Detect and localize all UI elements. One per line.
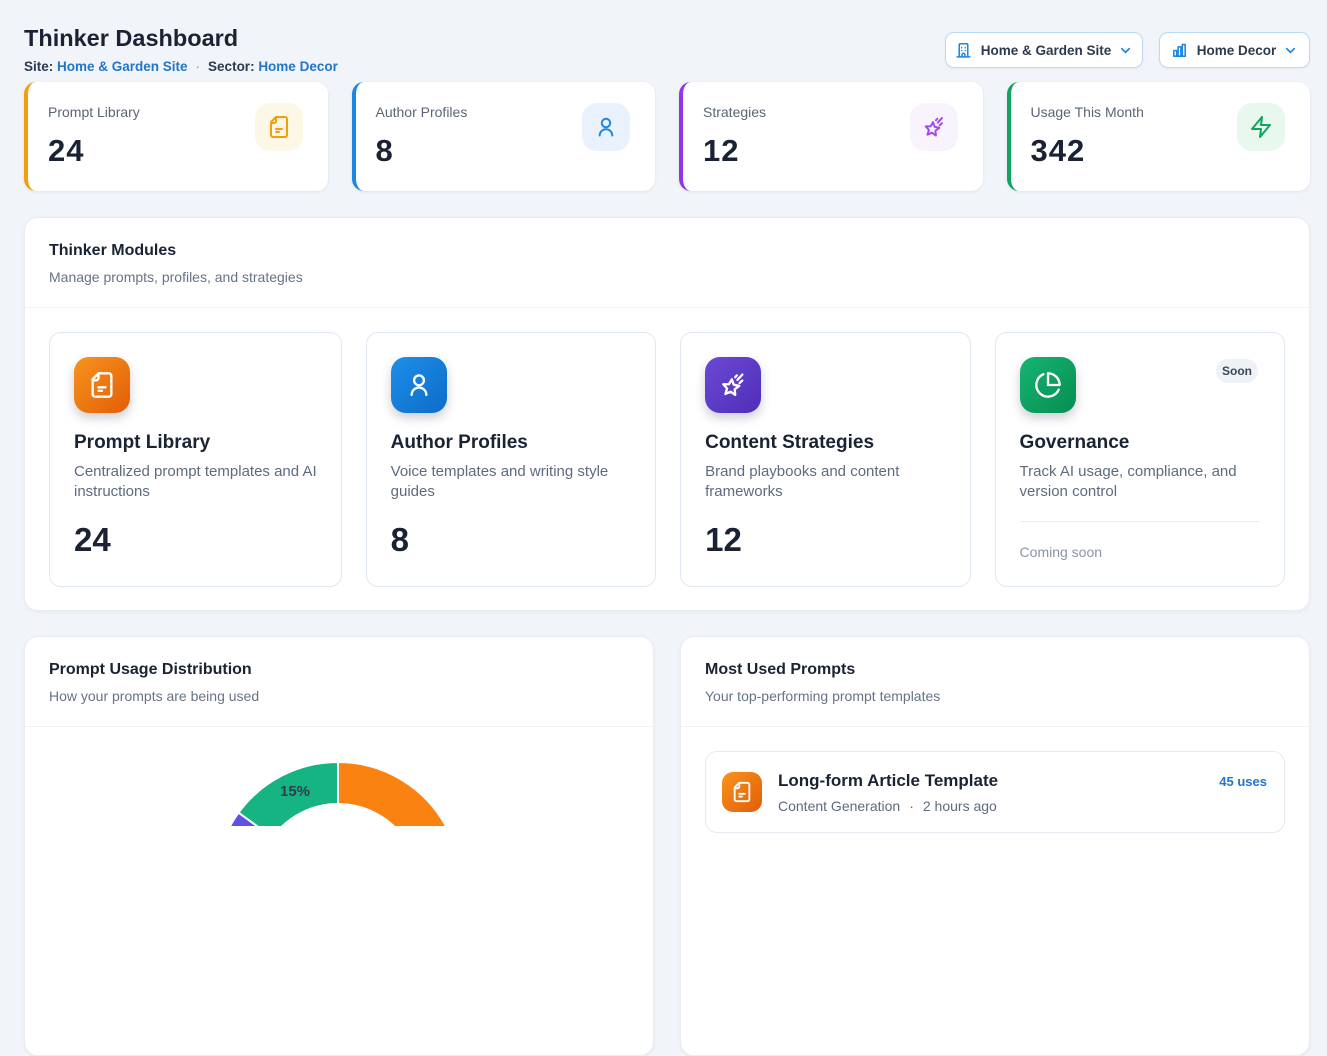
svg-text:15%: 15% — [280, 783, 310, 800]
